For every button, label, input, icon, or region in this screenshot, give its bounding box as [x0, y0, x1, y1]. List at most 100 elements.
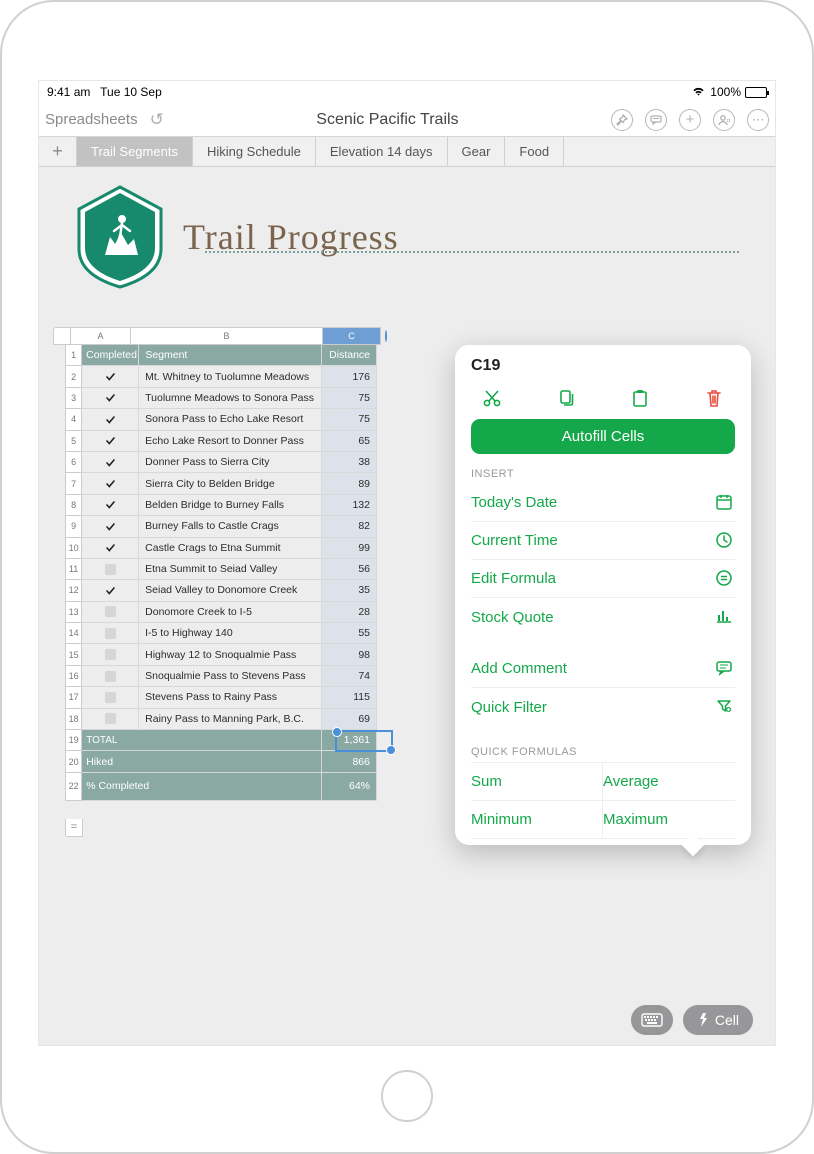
row-header[interactable]: 20: [65, 751, 82, 772]
distance-cell[interactable]: 38: [322, 452, 377, 473]
distance-cell[interactable]: 75: [322, 388, 377, 409]
segment-cell[interactable]: Burney Falls to Castle Crags: [139, 516, 321, 537]
undo-icon[interactable]: ↺: [150, 110, 164, 130]
distance-cell[interactable]: 89: [322, 473, 377, 494]
row-header[interactable]: 12: [65, 580, 82, 601]
segment-cell[interactable]: Echo Lake Resort to Donner Pass: [139, 431, 321, 452]
distance-cell[interactable]: 35: [322, 580, 377, 601]
row-header[interactable]: 8: [65, 495, 82, 516]
cut-icon[interactable]: [481, 387, 503, 409]
segment-cell[interactable]: Sierra City to Belden Bridge: [139, 473, 321, 494]
sheet-tab-2[interactable]: Elevation 14 days: [316, 137, 448, 166]
row-header[interactable]: 2: [65, 366, 82, 387]
row-header[interactable]: 5: [65, 431, 82, 452]
document-title[interactable]: Scenic Pacific Trails: [316, 111, 458, 129]
row-header[interactable]: 14: [65, 623, 82, 644]
segment-cell[interactable]: Donomore Creek to I-5: [139, 602, 321, 623]
distance-cell[interactable]: 82: [322, 516, 377, 537]
insert-stock-quote[interactable]: Stock Quote: [471, 598, 735, 636]
footer-label-cell[interactable]: % Completed: [82, 773, 321, 801]
distance-cell[interactable]: 132: [322, 495, 377, 516]
action-quick-filter[interactable]: Quick Filter: [471, 688, 735, 726]
cell-mode-button[interactable]: Cell: [683, 1005, 753, 1035]
distance-cell[interactable]: 65: [322, 431, 377, 452]
completed-cell[interactable]: [82, 495, 139, 516]
paste-icon[interactable]: [629, 387, 651, 409]
distance-cell[interactable]: 74: [322, 666, 377, 687]
header-completed[interactable]: Completed: [82, 345, 139, 366]
insert-toolbar-icon[interactable]: +: [679, 109, 701, 131]
row-header[interactable]: 19: [65, 730, 82, 751]
distance-cell[interactable]: 55: [322, 623, 377, 644]
collaborate-icon[interactable]: [713, 109, 735, 131]
back-to-spreadsheets[interactable]: Spreadsheets: [45, 111, 138, 128]
comment-toolbar-icon[interactable]: [645, 109, 667, 131]
distance-cell[interactable]: 115: [322, 687, 377, 708]
autofill-cells-button[interactable]: Autofill Cells: [471, 419, 735, 454]
segment-cell[interactable]: I-5 to Highway 140: [139, 623, 321, 644]
row-header[interactable]: 4: [65, 409, 82, 430]
footer-label-cell[interactable]: Hiked: [82, 751, 321, 772]
footer-value-cell[interactable]: 64%: [322, 773, 377, 801]
completed-cell[interactable]: [82, 516, 139, 537]
delete-icon[interactable]: [703, 387, 725, 409]
completed-cell[interactable]: [82, 644, 139, 665]
insert-current-time[interactable]: Current Time: [471, 522, 735, 560]
completed-cell[interactable]: [82, 559, 139, 580]
row-header[interactable]: 10: [65, 538, 82, 559]
segment-cell[interactable]: Belden Bridge to Burney Falls: [139, 495, 321, 516]
segment-cell[interactable]: Donner Pass to Sierra City: [139, 452, 321, 473]
footer-label-cell[interactable]: TOTAL: [82, 730, 321, 751]
segment-cell[interactable]: Snoqualmie Pass to Stevens Pass: [139, 666, 321, 687]
column-extend-handle[interactable]: [385, 330, 387, 342]
header-distance[interactable]: Distance: [322, 345, 377, 366]
distance-cell[interactable]: 75: [322, 409, 377, 430]
keyboard-button[interactable]: [631, 1005, 673, 1035]
column-header-c[interactable]: C: [323, 327, 381, 345]
quick-formula-minimum[interactable]: Minimum: [471, 801, 603, 839]
quick-formula-sum[interactable]: Sum: [471, 763, 603, 801]
row-header[interactable]: 22: [65, 773, 82, 801]
column-header-b[interactable]: B: [131, 327, 323, 345]
footer-value-cell[interactable]: 866: [322, 751, 377, 772]
distance-cell[interactable]: 99: [322, 538, 377, 559]
row-header[interactable]: 3: [65, 388, 82, 409]
completed-cell[interactable]: [82, 473, 139, 494]
quick-formula-average[interactable]: Average: [603, 763, 735, 801]
formula-handle[interactable]: =: [65, 819, 83, 837]
row-header[interactable]: 11: [65, 559, 82, 580]
completed-cell[interactable]: [82, 666, 139, 687]
row-header[interactable]: 7: [65, 473, 82, 494]
segment-cell[interactable]: Tuolumne Meadows to Sonora Pass: [139, 388, 321, 409]
row-header[interactable]: 16: [65, 666, 82, 687]
completed-cell[interactable]: [82, 366, 139, 387]
segment-cell[interactable]: Seiad Valley to Donomore Creek: [139, 580, 321, 601]
completed-cell[interactable]: [82, 452, 139, 473]
completed-cell[interactable]: [82, 388, 139, 409]
completed-cell[interactable]: [82, 538, 139, 559]
sheet-tab-4[interactable]: Food: [505, 137, 564, 166]
row-header[interactable]: 13: [65, 602, 82, 623]
row-header[interactable]: 6: [65, 452, 82, 473]
spreadsheet-table[interactable]: A B C 1 Completed Segment Distance 2Mt. …: [49, 327, 377, 819]
more-icon[interactable]: ⋯: [747, 109, 769, 131]
distance-cell[interactable]: 176: [322, 366, 377, 387]
segment-cell[interactable]: Stevens Pass to Rainy Pass: [139, 687, 321, 708]
segment-cell[interactable]: Etna Summit to Seiad Valley: [139, 559, 321, 580]
segment-cell[interactable]: Sonora Pass to Echo Lake Resort: [139, 409, 321, 430]
row-header[interactable]: 17: [65, 687, 82, 708]
insert-edit-formula[interactable]: Edit Formula: [471, 560, 735, 598]
completed-cell[interactable]: [82, 580, 139, 601]
sheet-tab-0[interactable]: Trail Segments: [77, 137, 193, 166]
completed-cell[interactable]: [82, 409, 139, 430]
segment-cell[interactable]: Highway 12 to Snoqualmie Pass: [139, 644, 321, 665]
row-header[interactable]: 15: [65, 644, 82, 665]
distance-cell[interactable]: 56: [322, 559, 377, 580]
pin-icon[interactable]: [611, 109, 633, 131]
sheet-tab-1[interactable]: Hiking Schedule: [193, 137, 316, 166]
segment-cell[interactable]: Castle Crags to Etna Summit: [139, 538, 321, 559]
footer-value-cell[interactable]: 1,361: [322, 730, 377, 751]
insert-today-s-date[interactable]: Today's Date: [471, 484, 735, 522]
row-header[interactable]: 18: [65, 709, 82, 730]
action-add-comment[interactable]: Add Comment: [471, 650, 735, 688]
